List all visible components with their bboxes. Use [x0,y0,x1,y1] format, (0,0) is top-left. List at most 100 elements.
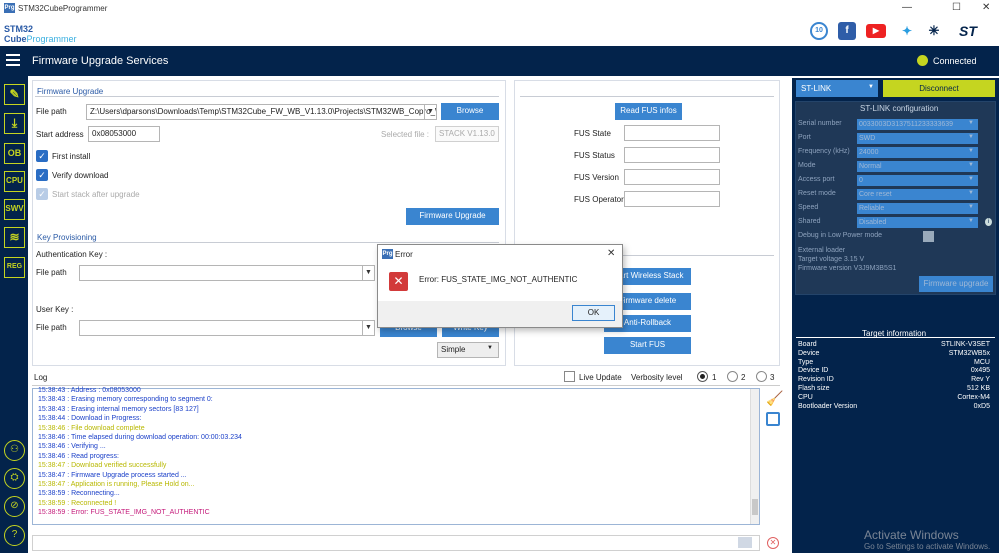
log-line: 15:38:43 : Address : 0x08053000 [38,387,141,394]
target-info-value: MCU [974,358,990,366]
verify-download-checkbox[interactable]: ✓ [36,169,48,181]
stlink-field-label: Frequency (kHz) [798,148,850,155]
clear-log-icon[interactable]: 🧹 [766,390,783,407]
chevron-down-icon[interactable]: ▼ [424,105,436,119]
stlink-field-select[interactable]: SWD [857,133,978,144]
section-key-provisioning: Key Provisioning [37,233,97,242]
app-icon: Prg [4,3,15,13]
st-logo-icon[interactable]: ST [950,22,986,40]
live-update-label: Live Update [579,373,622,382]
window-title: STM32CubeProgrammer [18,4,108,13]
auth-file-path-input[interactable] [79,265,375,281]
stlink-field-select[interactable]: 0 [857,175,978,186]
divider [520,96,774,97]
target-info-value: STLINK-V3SET [940,341,990,348]
stlink-field-select[interactable]: 24000 [857,147,978,158]
save-log-icon[interactable] [766,412,780,426]
menu-icon[interactable] [6,54,20,56]
cancel-icon[interactable]: ✕ [767,537,779,549]
stlink-field-select[interactable]: Normal [857,161,978,172]
stlink-field-select[interactable]: 0033003D3137511233333639 [857,119,978,130]
fus-state-field [624,125,720,141]
file-path-input[interactable]: Z:\Users\dparsons\Downloads\Temp\STM32Cu… [86,104,437,120]
target-info-value: 512 KB [967,385,990,392]
youtube-icon[interactable]: ▶ [866,24,886,38]
watermark-subtitle: Go to Settings to activate Windows. [864,542,991,551]
firmware-upgrade-button[interactable]: Firmware Upgrade [406,208,499,225]
firmware-version: Firmware version V3J9M3B5S1 [798,265,897,272]
target-info-key: Device ID [798,367,829,375]
chevron-down-icon: ▼ [968,190,974,196]
sidebar-item-swv[interactable]: SWV [4,199,25,220]
chevron-down-icon: ▼ [868,84,874,90]
start-address-input[interactable]: 0x08053000 [88,126,160,142]
stlink-field-select[interactable]: Core reset [857,189,978,200]
debug-low-power-label: Debug in Low Power mode [798,232,883,239]
user-file-path-input[interactable] [79,320,375,336]
user-file-path-label: File path [36,323,67,332]
facebook-icon[interactable]: f [838,22,856,40]
start-fus-button[interactable]: Start FUS [604,337,691,354]
sidebar-item-erasing[interactable]: ✎ [4,84,25,105]
interface-select[interactable]: ST-LINK [796,80,878,97]
target-info-key: Type [798,358,814,366]
log-title: Log [34,373,48,382]
badge-10-icon[interactable]: 10 [810,22,828,40]
target-info-key: Revision ID [798,376,834,384]
log-line: 15:38:46 : File download complete [38,424,145,432]
stlink-field-label: Reset mode [798,190,836,197]
sidebar-item-download[interactable]: ⤓ [4,113,25,134]
log-scrollbar[interactable] [750,389,759,524]
read-fus-infos-button[interactable]: Read FUS infos [615,103,682,120]
dialog-app-icon: Prg [382,249,393,259]
start-stack-label: Start stack after upgrade [52,190,140,199]
logo-cubeprogrammer: CubeProgrammer [4,34,77,44]
auth-file-path-label: File path [36,268,67,277]
minimize-button[interactable]: — [902,2,912,13]
verbosity-radio-1[interactable] [697,371,708,382]
stlink-field-label: Mode [798,162,816,169]
info-icon[interactable]: i [985,218,992,226]
command-input[interactable] [32,535,760,551]
firmware-upgrade-stlink-button[interactable]: Firmware upgrade [919,276,993,292]
chevron-down-icon: ▼ [968,148,974,154]
first-install-checkbox[interactable]: ✓ [36,150,48,162]
target-voltage: Target voltage 3.15 V [798,256,865,263]
sidebar-item-fus[interactable]: ≋ [4,227,25,248]
live-update-checkbox[interactable] [564,371,575,382]
send-icon[interactable] [738,537,752,548]
sidebar-item-settings[interactable]: ⛭ [4,468,25,489]
log-line: 15:38:59 : Reconnected ! [38,499,117,507]
chevron-down-icon[interactable]: ▼ [362,321,374,335]
log-line: 15:38:47 : Application is running, Pleas… [38,481,195,488]
sidebar-item-ob[interactable]: OB [4,143,25,164]
target-info-key: CPU [798,393,813,401]
verbosity-radio-3[interactable] [756,371,767,382]
maximize-button[interactable]: ☐ [952,2,961,13]
dialog-close-button[interactable]: ✕ [607,248,615,259]
page-title: Firmware Upgrade Services [32,55,169,67]
sidebar-item-security[interactable]: ⊘ [4,496,25,517]
stlink-field-label: Serial number [798,120,842,127]
sidebar-item-plugin[interactable]: ⚇ [4,440,25,461]
dialog-title: Error [395,250,413,259]
browse-button[interactable]: Browse [441,103,499,120]
start-stack-checkbox[interactable]: ✓ [36,188,48,200]
disconnect-button[interactable]: Disconnect [883,80,995,97]
network-icon[interactable]: ✳ [925,22,943,40]
chevron-down-icon[interactable]: ▼ [362,266,374,280]
log-line: 15:38:47 : Download verified successfull… [38,462,167,470]
debug-low-power-checkbox[interactable] [923,231,934,242]
dialog-message: Error: FUS_STATE_IMG_NOT_AUTHENTIC [419,275,578,284]
sidebar-item-cpu[interactable]: CPU [4,171,25,192]
stlink-field-select[interactable]: Disabled [857,217,978,228]
target-info-key: Flash size [798,385,830,392]
dialog-ok-button[interactable]: OK [572,305,615,321]
stlink-field-label: Port [798,134,811,141]
twitter-icon[interactable]: ✦ [898,22,916,40]
close-window-button[interactable]: ✕ [982,2,990,13]
sidebar-item-help[interactable]: ? [4,525,25,546]
verbosity-radio-2[interactable] [727,371,738,382]
sidebar-item-reg[interactable]: REG [4,257,25,278]
stlink-field-select[interactable]: Reliable [857,203,978,214]
